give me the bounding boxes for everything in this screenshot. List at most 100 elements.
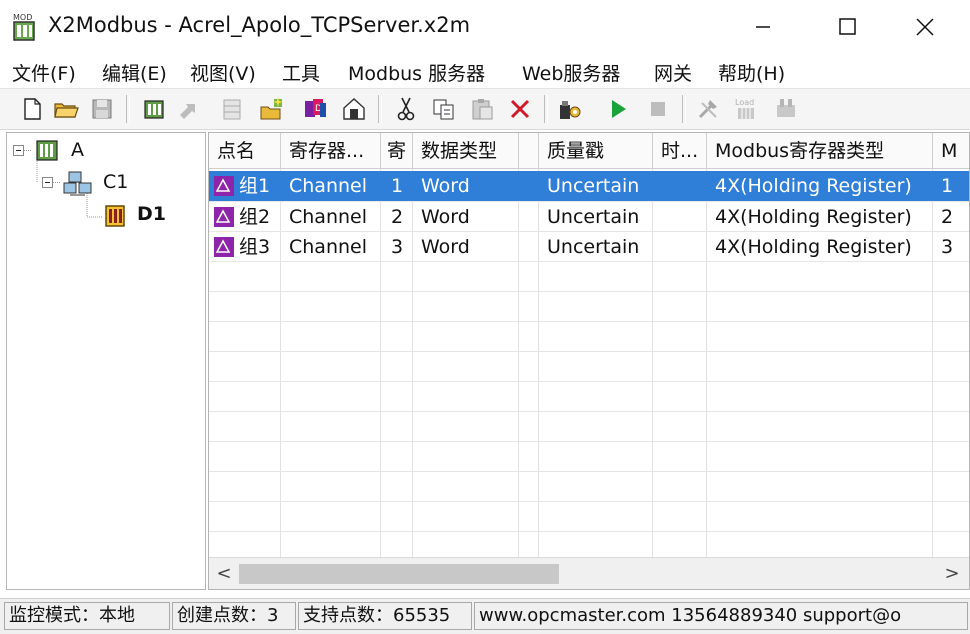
scroll-right-button[interactable]: > bbox=[937, 558, 967, 589]
svg-text:MOD: MOD bbox=[13, 13, 32, 22]
grid-line bbox=[209, 441, 969, 442]
network-channel-icon bbox=[63, 171, 92, 196]
title-bar: MOD X2Modbus - Acrel_Apolo_TCPServer.x2m bbox=[0, 0, 970, 54]
status-bar: 监控模式：本地 创建点数：3 支持点数：65535 www.opcmaster.… bbox=[0, 598, 970, 634]
tree-node-a[interactable]: A bbox=[71, 139, 84, 161]
grid-line bbox=[209, 291, 969, 292]
grid-line bbox=[209, 381, 969, 382]
horizontal-scrollbar[interactable]: < > bbox=[209, 557, 969, 589]
cell-data-type: Word bbox=[421, 236, 470, 258]
stop-icon[interactable] bbox=[644, 95, 672, 123]
cell-data-type: Word bbox=[421, 175, 470, 197]
cell-modbus-type: 4X(Holding Register) bbox=[715, 175, 912, 197]
column-header-data-type[interactable]: 数据类型 bbox=[413, 133, 519, 169]
column-header-name[interactable]: 点名 bbox=[209, 133, 281, 169]
mod-app-icon: MOD bbox=[13, 13, 35, 41]
point-table: 点名 寄存器... 寄 数据类型 质量戳 时... Modbus寄存器类型 M … bbox=[208, 132, 970, 590]
cell-name: 组3 bbox=[239, 236, 271, 258]
cut-icon[interactable] bbox=[392, 95, 420, 123]
cell-quality: Uncertain bbox=[547, 236, 640, 258]
run-icon[interactable] bbox=[604, 95, 632, 123]
menu-file[interactable]: 文件(F) bbox=[12, 59, 76, 86]
tree-node-d1[interactable]: D1 bbox=[137, 203, 166, 225]
add-channel-icon[interactable] bbox=[140, 95, 168, 123]
close-button[interactable] bbox=[900, 10, 950, 44]
cell-reg-no: 3 bbox=[390, 236, 404, 258]
cell-name: 组1 bbox=[239, 175, 271, 197]
add-point-icon[interactable]: D bbox=[302, 95, 330, 123]
cell-reg-no: 1 bbox=[390, 175, 404, 197]
cell-modbus-type: 4X(Holding Register) bbox=[715, 206, 912, 228]
cell-name: 组2 bbox=[239, 206, 271, 228]
cell-register: Channel bbox=[289, 206, 368, 228]
cell-m: 1 bbox=[941, 175, 954, 197]
maximize-button[interactable] bbox=[822, 10, 872, 44]
menu-modbus-server[interactable]: Modbus 服务器 bbox=[348, 59, 485, 86]
status-contact: www.opcmaster.com 13564889340 support@o bbox=[474, 602, 968, 630]
column-header-m[interactable]: M bbox=[933, 133, 969, 169]
settings-icon[interactable] bbox=[556, 95, 584, 123]
cell-quality: Uncertain bbox=[547, 175, 640, 197]
cell-reg-no: 2 bbox=[390, 206, 404, 228]
column-header-register[interactable]: 寄存器... bbox=[281, 133, 381, 169]
menu-gateway[interactable]: 网关 bbox=[654, 59, 692, 86]
window-title: X2Modbus - Acrel_Apolo_TCPServer.x2m bbox=[48, 13, 471, 37]
tree-node-c1[interactable]: C1 bbox=[103, 171, 128, 193]
menu-edit[interactable]: 编辑(E) bbox=[102, 59, 167, 86]
svg-text:Load: Load bbox=[735, 98, 754, 107]
grid-icon[interactable] bbox=[218, 95, 246, 123]
grid-line bbox=[209, 471, 969, 472]
paste-icon[interactable] bbox=[468, 95, 496, 123]
column-header-quality[interactable]: 质量戳 bbox=[539, 133, 653, 169]
status-created-points: 创建点数：3 bbox=[172, 602, 296, 630]
open-folder-icon[interactable] bbox=[52, 95, 80, 123]
toolbar-separator bbox=[378, 95, 382, 123]
table-row[interactable]: 组1 Channel 1 Word Uncertain 4X(Holding R… bbox=[209, 171, 969, 201]
scroll-left-button[interactable]: < bbox=[209, 558, 239, 589]
status-mode: 监控模式：本地 bbox=[4, 602, 170, 630]
cell-modbus-type: 4X(Holding Register) bbox=[715, 236, 912, 258]
cell-quality: Uncertain bbox=[547, 206, 640, 228]
save-icon[interactable] bbox=[88, 95, 116, 123]
scroll-thumb[interactable] bbox=[239, 564, 559, 584]
table-row[interactable]: 组3 Channel 3 Word Uncertain 4X(Holding R… bbox=[209, 232, 969, 262]
point-tag-icon bbox=[214, 207, 234, 227]
menu-view[interactable]: 视图(V) bbox=[190, 59, 256, 86]
project-tree: A C1 D1 bbox=[6, 132, 206, 590]
properties-icon[interactable] bbox=[340, 95, 368, 123]
grid-line bbox=[209, 411, 969, 412]
column-header-time[interactable]: 时... bbox=[653, 133, 707, 169]
menu-web-server[interactable]: Web服务器 bbox=[522, 59, 620, 86]
grid-line bbox=[209, 501, 969, 502]
add-group-icon[interactable] bbox=[258, 95, 286, 123]
table-row[interactable]: 组2 Channel 2 Word Uncertain 4X(Holding R… bbox=[209, 202, 969, 232]
point-tag-icon bbox=[214, 176, 234, 196]
arrow-icon[interactable] bbox=[174, 95, 202, 123]
new-file-icon[interactable] bbox=[18, 95, 46, 123]
column-header-blank[interactable] bbox=[519, 133, 539, 169]
status-supported-points: 支持点数：65535 bbox=[298, 602, 472, 630]
column-header-modbus-type[interactable]: Modbus寄存器类型 bbox=[707, 133, 933, 169]
grid-line bbox=[209, 321, 969, 322]
cell-m: 2 bbox=[941, 206, 954, 228]
toolbar: D Load bbox=[0, 88, 970, 130]
cell-register: Channel bbox=[289, 175, 368, 197]
toolbar-separator bbox=[126, 95, 130, 123]
device-icon bbox=[105, 205, 125, 227]
menu-bar: 文件(F) 编辑(E) 视图(V) 工具 Modbus 服务器 Web服务器 网… bbox=[0, 54, 970, 87]
column-header-reg-no[interactable]: 寄 bbox=[381, 133, 413, 169]
cell-m: 3 bbox=[941, 236, 954, 258]
toolbar-separator bbox=[682, 95, 686, 123]
grid-line bbox=[209, 531, 969, 532]
cell-data-type: Word bbox=[421, 206, 470, 228]
menu-tools[interactable]: 工具 bbox=[282, 59, 320, 86]
copy-icon[interactable] bbox=[430, 95, 458, 123]
grid-line bbox=[209, 351, 969, 352]
delete-icon[interactable] bbox=[506, 95, 534, 123]
export-icon[interactable] bbox=[772, 95, 800, 123]
menu-help[interactable]: 帮助(H) bbox=[718, 59, 785, 86]
toolbar-separator bbox=[544, 95, 548, 123]
load-icon[interactable]: Load bbox=[732, 95, 760, 123]
tools-icon[interactable] bbox=[694, 95, 722, 123]
minimize-button[interactable] bbox=[738, 10, 788, 44]
